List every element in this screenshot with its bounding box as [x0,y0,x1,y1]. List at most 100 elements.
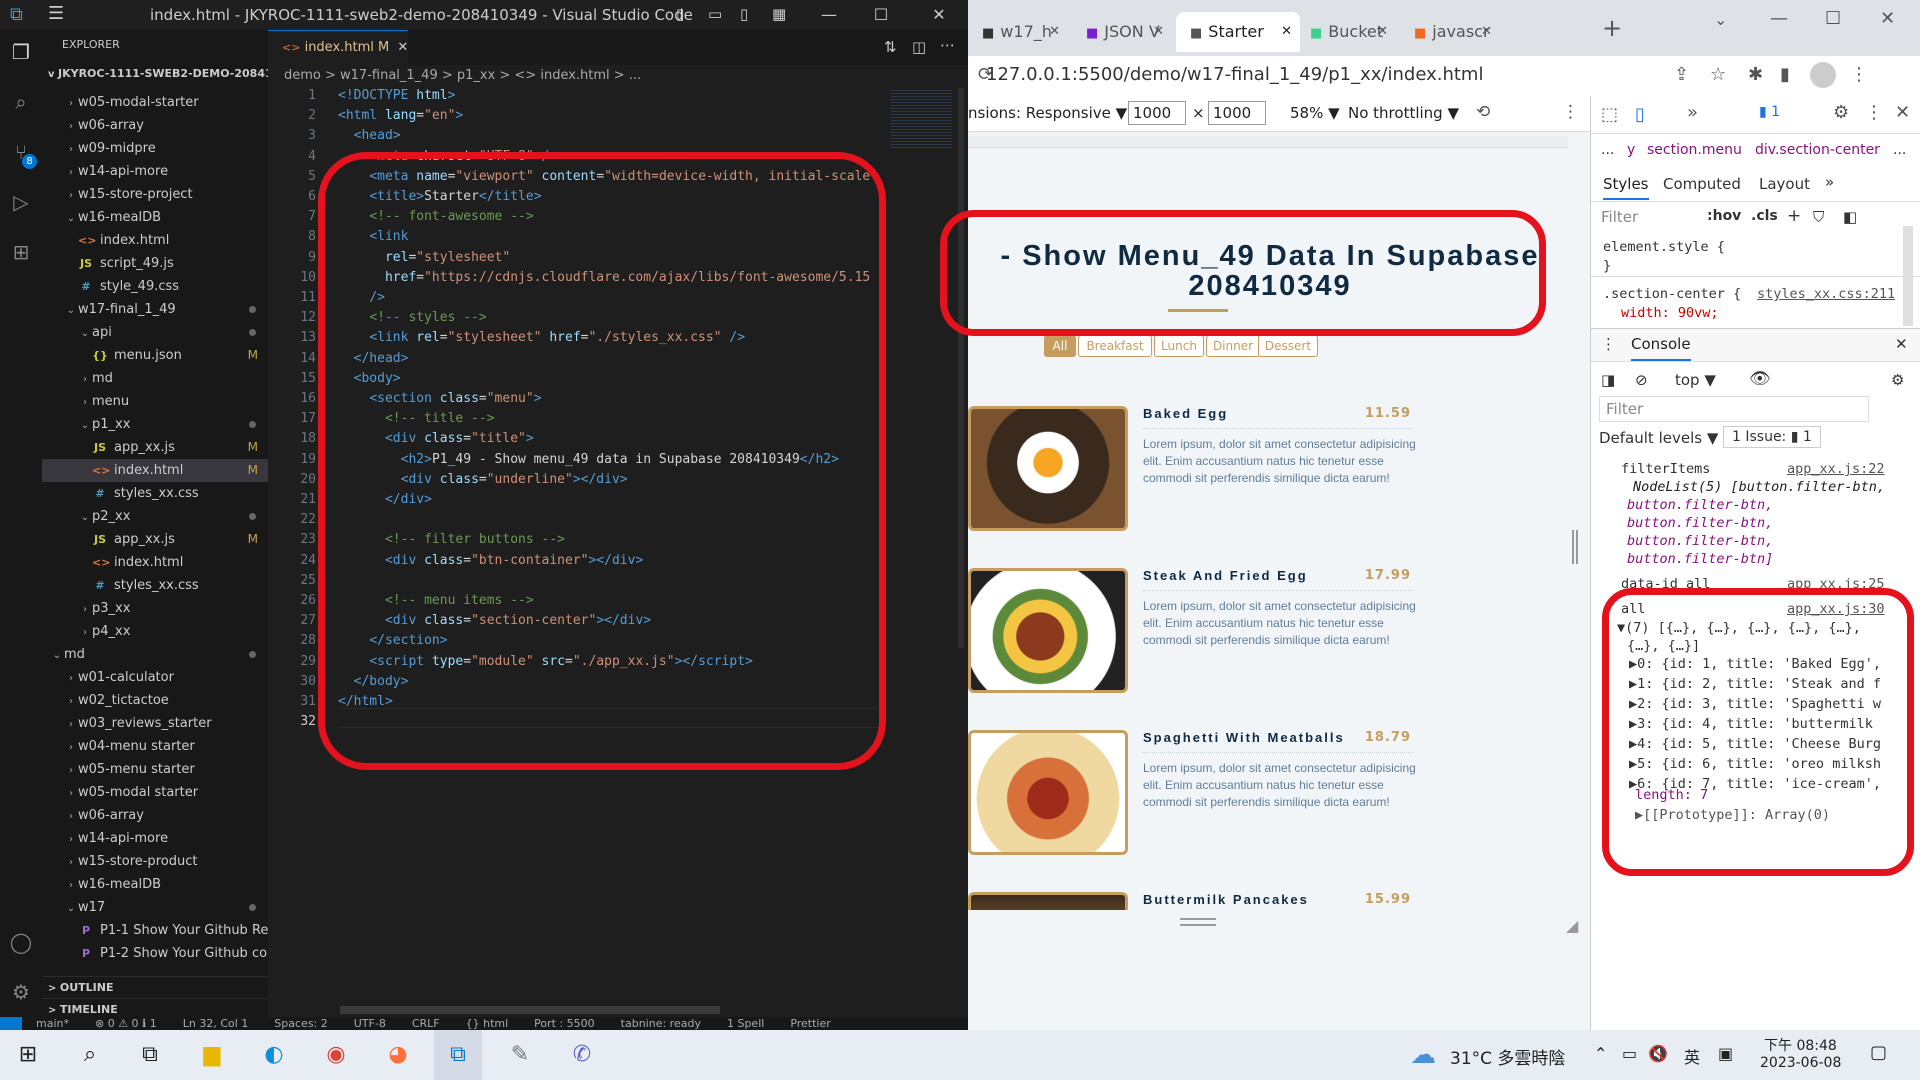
new-rule-icon[interactable]: + [1787,206,1801,226]
resize-handle-right[interactable] [1572,530,1578,564]
folder-item[interactable]: ⌄ w16-mealDB [42,206,268,229]
folder-item[interactable]: › w14-api-more [42,160,268,183]
toggle-sidebar-icon[interactable]: ▯ [676,5,684,23]
tab-close-icon[interactable]: ✕ [1049,12,1060,52]
dom-crumb-item[interactable]: ... [1893,142,1906,158]
task-view-icon[interactable]: ⧉ [126,1035,174,1075]
file-item[interactable]: JS app_xx.js M [42,528,268,551]
ime-indicator[interactable]: 英 [1684,1044,1700,1068]
status-item[interactable]: CRLF [412,1017,440,1030]
teams-icon[interactable]: ✆ [558,1035,606,1075]
folder-item[interactable]: › w06-array [42,114,268,137]
folder-item[interactable]: › w15-store-product [42,850,268,873]
tab-close-icon[interactable]: ✕ [1153,12,1164,52]
tab-close-icon[interactable]: ✕ [1281,12,1292,52]
hov-toggle[interactable]: :hov [1707,208,1741,224]
compare-changes-icon[interactable]: ⇅ [884,38,897,56]
minimap[interactable] [890,88,952,148]
folder-item[interactable]: › w06-array [42,804,268,827]
network-icon[interactable]: ▭ [1622,1044,1637,1063]
close-icon[interactable]: ✕ [916,0,962,30]
outline-section[interactable]: > OUTLINE [42,976,268,998]
folder-item[interactable]: › md [42,367,268,390]
remote-indicator[interactable] [0,1017,22,1030]
dom-crumb-item[interactable]: div.section-center [1755,142,1880,158]
zoom-select[interactable]: 58% ▼ [1290,104,1340,122]
folder-item[interactable]: › w01-calculator [42,666,268,689]
file-item[interactable]: {} menu.json M [42,344,268,367]
issues-button[interactable]: 1 Issue: ▮ 1 [1723,426,1821,448]
taskbar-search-icon[interactable]: ⌕ [66,1035,114,1075]
drawer-close-icon[interactable]: ✕ [1895,335,1908,353]
browser-tab[interactable]: ■ JSON V ✕ [1072,12,1172,52]
split-editor-icon[interactable]: ◫ [912,38,926,56]
new-tab-icon[interactable]: + [1602,14,1622,42]
search-icon[interactable]: ⌕ [6,90,36,120]
tab-more[interactable]: » [1825,173,1834,191]
clock-date[interactable]: 2023-06-08 [1760,1055,1841,1071]
devtools-settings-icon[interactable]: ⚙ [1833,102,1849,123]
status-item[interactable]: ⊗ 0 ⚠ 0 ℹ 1 [95,1017,157,1030]
status-item[interactable]: Prettier [790,1017,830,1030]
folder-item[interactable]: ⌄ p1_xx [42,413,268,436]
dom-crumb-item[interactable]: ... [1601,142,1614,158]
folder-item[interactable]: ⌄ w17 [42,896,268,919]
console-settings-icon[interactable]: ⚙ [1891,371,1904,389]
device-more-icon[interactable]: ⋮ [1562,102,1579,122]
minimize-icon[interactable]: — [806,0,852,30]
clock-time[interactable]: 下午 08:48 [1764,1035,1837,1055]
maximize-icon[interactable]: ☐ [858,0,904,30]
firefox-icon[interactable]: ◕ [374,1035,422,1075]
file-item[interactable]: P P1-2 Show Your Github co... [42,942,268,965]
live-expression-icon[interactable]: 👁 [1749,369,1771,389]
clear-console-icon[interactable]: ⊘ [1635,371,1648,389]
folder-item[interactable]: ⌄ p2_xx [42,505,268,528]
folder-item[interactable]: › w05-modal starter [42,781,268,804]
resize-handle-bottom[interactable] [1180,918,1216,926]
style-source-link[interactable]: styles_xx.css:211 [1757,286,1895,302]
device-toggle-icon[interactable]: ▯ [1635,104,1645,125]
drawer-menu-icon[interactable]: ⋮ [1601,335,1616,353]
browser-tab[interactable]: ■ javascr ✕ [1400,12,1500,52]
status-item[interactable]: {} html [466,1017,509,1030]
bookmark-star-icon[interactable]: ☆ [1710,64,1726,85]
file-item[interactable]: <> index.html [42,551,268,574]
inspect-element-icon[interactable]: ⬚ [1601,104,1618,125]
folder-item[interactable]: › menu [42,390,268,413]
folder-item[interactable]: › w05-modal-starter [42,91,268,114]
file-item[interactable]: # styles_xx.css [42,482,268,505]
chrome-icon[interactable]: ◉ [312,1035,360,1075]
file-item[interactable]: <> index.html M [42,459,268,482]
file-item[interactable]: JS app_xx.js M [42,436,268,459]
rotate-icon[interactable]: ⟲ [1476,102,1490,122]
device-select[interactable]: nsions: Responsive ▼ [968,104,1127,122]
status-item[interactable]: UTF-8 [354,1017,386,1030]
vscode-taskbar-icon[interactable]: ⧉ [434,1030,482,1080]
styles-filter-input[interactable]: Filter [1601,208,1638,226]
tab-close-icon[interactable]: ✕ [1481,12,1492,52]
profile-avatar[interactable] [1810,62,1836,88]
weather-text[interactable]: 31°C 多雲時陰 [1450,1044,1565,1069]
file-item[interactable]: # styles_xx.css [42,574,268,597]
console-filter-input[interactable]: Filter [1599,396,1869,422]
editor-scrollbar[interactable] [958,88,964,648]
status-item[interactable]: Port : 5500 [534,1017,595,1030]
status-item[interactable]: Spaces: 2 [274,1017,327,1030]
folder-item[interactable]: › p4_xx [42,620,268,643]
file-item[interactable]: # style_49.css [42,275,268,298]
start-windows-icon[interactable]: ⊞ [4,1035,52,1075]
more-actions-icon[interactable]: ⋯ [940,36,955,54]
tab-close-icon[interactable]: ✕ [397,40,408,55]
log-levels-select[interactable]: Default levels ▼ [1599,429,1718,447]
browser-minimize-icon[interactable]: — [1770,8,1788,29]
context-select[interactable]: top ▼ [1675,371,1716,389]
file-item[interactable]: JS script_49.js [42,252,268,275]
tab-close-icon[interactable]: ✕ [1377,12,1388,52]
devtools-close-icon[interactable]: ✕ [1895,102,1910,123]
tab-styles[interactable]: Styles [1603,175,1649,200]
log1-source-link[interactable]: app_xx.js:22 [1787,461,1885,477]
toggle-panel-icon[interactable]: ▭ [708,5,722,23]
throttle-select[interactable]: No throttling ▼ [1348,104,1459,122]
tab-console[interactable]: Console [1631,335,1691,361]
dom-crumb-item[interactable]: section.menu [1647,142,1742,158]
